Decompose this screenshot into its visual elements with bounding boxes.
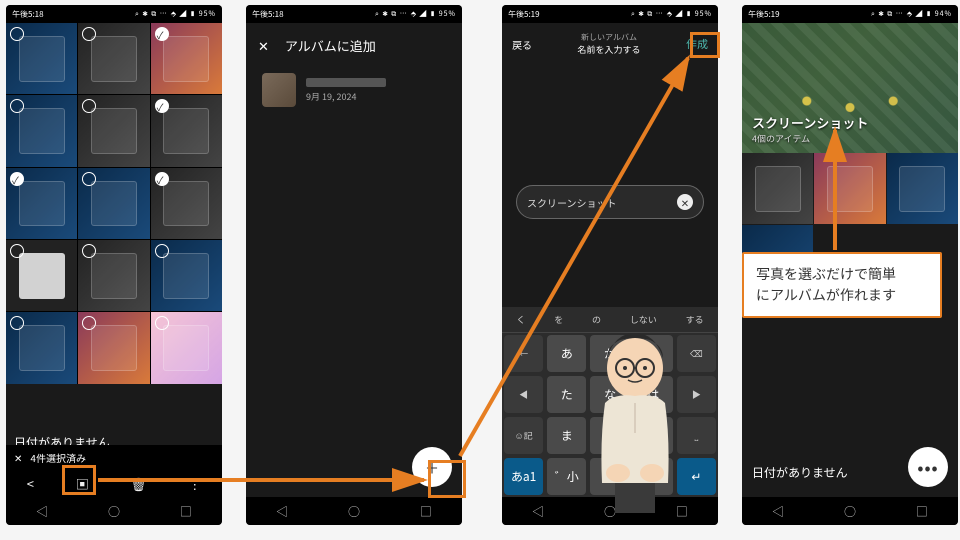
status-bar: 午後5:19 ⌕ ✱ ⧉ ⋯ ⬘ ◢ ▮ 94% [742, 5, 958, 23]
phone-screen-2-add-to-album: 午後5:18 ⌕ ✱ ⧉ ⋯ ⬘ ◢ ▮ 95% ✕ アルバムに追加 9月 19… [246, 5, 462, 525]
trash-icon[interactable]: 🗑 [130, 474, 147, 493]
nav-home-icon[interactable]: ○ [348, 503, 360, 520]
key-mode-switch[interactable]: あa1 [504, 458, 543, 495]
photo-thumbnail[interactable] [78, 240, 149, 311]
status-icons: ⌕ ✱ ⧉ ⋯ ⬘ ◢ ▮ 94% [871, 9, 952, 19]
photo-thumbnail[interactable] [6, 23, 77, 94]
nav-home-icon[interactable]: ○ [844, 503, 856, 520]
close-icon[interactable]: ✕ [14, 450, 22, 465]
album-name-input[interactable]: スクリーンショット ✕ [516, 185, 704, 219]
guide-character-illustration [570, 318, 700, 513]
android-nav-bar: ◁ ○ □ [246, 497, 462, 525]
album-title: スクリーンショット [752, 113, 868, 132]
phone-screen-1-select-photos: 午後5:18 ⌕ ✱ ⧉ ⋯ ⬘ ◢ ▮ 95% 日付がありません ✕ 4件選択… [6, 5, 222, 525]
section-label-no-date: 日付がありません [752, 464, 848, 481]
photo-thumbnail[interactable] [151, 168, 222, 239]
status-bar: 午後5:19 ⌕ ✱ ⧉ ⋯ ⬘ ◢ ▮ 95% [502, 5, 718, 23]
status-bar: 午後5:18 ⌕ ✱ ⧉ ⋯ ⬘ ◢ ▮ 95% [246, 5, 462, 23]
status-bar: 午後5:18 ⌕ ✱ ⧉ ⋯ ⬘ ◢ ▮ 95% [6, 5, 222, 23]
photo-thumbnail[interactable] [151, 23, 222, 94]
close-icon[interactable]: ✕ [258, 36, 269, 55]
back-button[interactable]: 戻る [512, 37, 532, 52]
photo-grid [6, 23, 222, 384]
photo-thumbnail[interactable] [78, 168, 149, 239]
status-time: 午後5:18 [252, 9, 284, 20]
nav-back-icon[interactable]: ◁ [36, 503, 48, 520]
key-undo[interactable]: ← [504, 335, 543, 372]
screen-header: ✕ アルバムに追加 [246, 23, 462, 67]
album-hero[interactable]: スクリーンショット 4個のアイテム [742, 23, 958, 153]
create-button[interactable]: 作成 [686, 36, 708, 52]
more-fab[interactable]: ••• [908, 447, 948, 487]
status-time: 午後5:19 [508, 9, 540, 20]
photo-thumbnail[interactable] [78, 95, 149, 166]
key-left[interactable]: ◀ [504, 376, 543, 413]
share-icon[interactable]: < [27, 474, 34, 493]
suggestion[interactable]: く [516, 313, 525, 326]
clear-input-icon[interactable]: ✕ [677, 194, 693, 210]
key-symbols[interactable]: ☺記 [504, 417, 543, 454]
photo-thumbnail[interactable] [78, 23, 149, 94]
new-album-fab[interactable]: + [412, 447, 452, 487]
status-icons: ⌕ ✱ ⧉ ⋯ ⬘ ◢ ▮ 95% [631, 9, 712, 19]
selection-bar: ✕ 4件選択済み [6, 445, 222, 469]
action-bar: < ▣ 🗑 ⋮ [6, 469, 222, 497]
photo-thumbnail[interactable] [6, 240, 77, 311]
android-nav-bar: ◁ ○ □ [6, 497, 222, 525]
nav-back-icon[interactable]: ◁ [532, 503, 544, 520]
more-icon[interactable]: ⋮ [188, 474, 201, 493]
photo-thumbnail[interactable] [78, 312, 149, 383]
callout-line-2: にアルバムが作れます [756, 285, 928, 306]
add-to-album-icon[interactable]: ▣ [76, 474, 89, 493]
photo-thumbnail[interactable] [6, 312, 77, 383]
album-info: 9月 19, 2024 [306, 78, 386, 103]
album-thumbnail [262, 73, 296, 107]
status-time: 午後5:19 [748, 9, 780, 20]
selection-count: 4件選択済み [30, 450, 86, 465]
photo-thumbnail[interactable] [6, 168, 77, 239]
plus-icon: + [426, 451, 438, 483]
status-icons: ⌕ ✱ ⧉ ⋯ ⬘ ◢ ▮ 95% [375, 9, 456, 19]
nav-recent-icon[interactable]: □ [916, 503, 928, 520]
photo-thumbnail[interactable] [6, 95, 77, 166]
explanation-callout: 写真を選ぶだけで簡単 にアルバムが作れます [742, 252, 942, 318]
nav-back-icon[interactable]: ◁ [276, 503, 288, 520]
screen-header: 戻る 新しいアルバム 名前を入力する 作成 [502, 23, 718, 65]
album-item-count: 4個のアイテム [752, 132, 868, 145]
input-value: スクリーンショット [527, 195, 617, 210]
nav-recent-icon[interactable]: □ [420, 503, 432, 520]
header-center: 新しいアルバム 名前を入力する [532, 32, 686, 56]
photo-thumbnail[interactable] [887, 153, 958, 224]
screen-title: アルバムに追加 [285, 36, 376, 55]
status-time: 午後5:18 [12, 9, 44, 20]
suggestion[interactable]: を [554, 313, 563, 326]
header-subtitle: 新しいアルバム [532, 32, 686, 43]
photo-thumbnail[interactable] [814, 153, 885, 224]
hero-text: スクリーンショット 4個のアイテム [752, 113, 868, 145]
photo-thumbnail[interactable] [151, 312, 222, 383]
header-title: 名前を入力する [532, 43, 686, 56]
nav-home-icon[interactable]: ○ [108, 503, 120, 520]
existing-album-row[interactable]: 9月 19, 2024 [246, 67, 462, 113]
photo-thumbnail[interactable] [151, 240, 222, 311]
callout-line-1: 写真を選ぶだけで簡単 [756, 264, 928, 285]
nav-recent-icon[interactable]: □ [180, 503, 192, 520]
album-name-redacted [306, 78, 386, 87]
nav-back-icon[interactable]: ◁ [772, 503, 784, 520]
more-icon: ••• [917, 455, 938, 479]
photo-thumbnail[interactable] [151, 95, 222, 166]
status-icons: ⌕ ✱ ⧉ ⋯ ⬘ ◢ ▮ 95% [135, 9, 216, 19]
photo-thumbnail[interactable] [742, 153, 813, 224]
album-date: 9月 19, 2024 [306, 90, 386, 103]
android-nav-bar: ◁ ○ □ [742, 497, 958, 525]
